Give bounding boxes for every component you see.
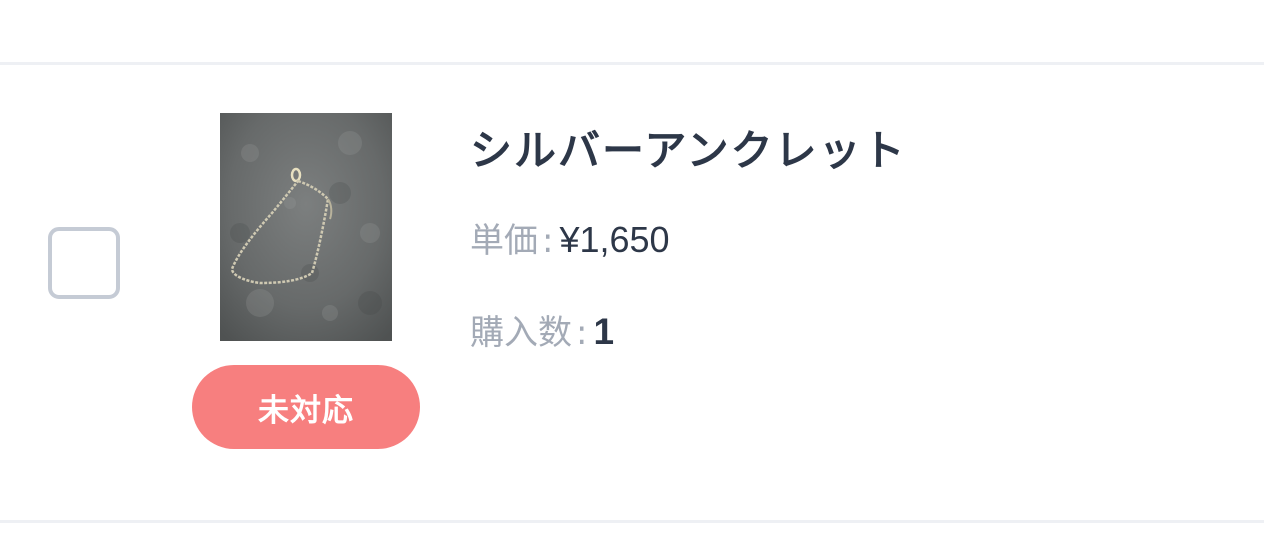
unit-price-separator: :	[542, 221, 554, 261]
unit-price-label: 単価	[470, 221, 538, 261]
unit-price-value: ¥1,650	[559, 219, 670, 260]
select-item-checkbox[interactable]	[48, 227, 120, 299]
anklet-photo-icon	[220, 113, 392, 341]
order-list-page: 未対応 シルバーアンクレット 単価 : ¥1,650 購入数 : 1	[0, 0, 1264, 533]
unit-price-row: 単価 : ¥1,650	[470, 213, 670, 262]
order-item-row: 未対応 シルバーアンクレット 単価 : ¥1,650 購入数 : 1	[0, 65, 1264, 520]
status-badge[interactable]: 未対応	[192, 365, 420, 449]
quantity-row: 購入数 : 1	[470, 305, 614, 354]
product-name: シルバーアンクレット	[470, 126, 907, 175]
quantity-separator: :	[576, 313, 588, 353]
quantity-value: 1	[593, 311, 615, 352]
product-image[interactable]	[220, 113, 392, 341]
quantity-label: 購入数	[470, 313, 572, 353]
divider-bottom	[0, 520, 1264, 523]
